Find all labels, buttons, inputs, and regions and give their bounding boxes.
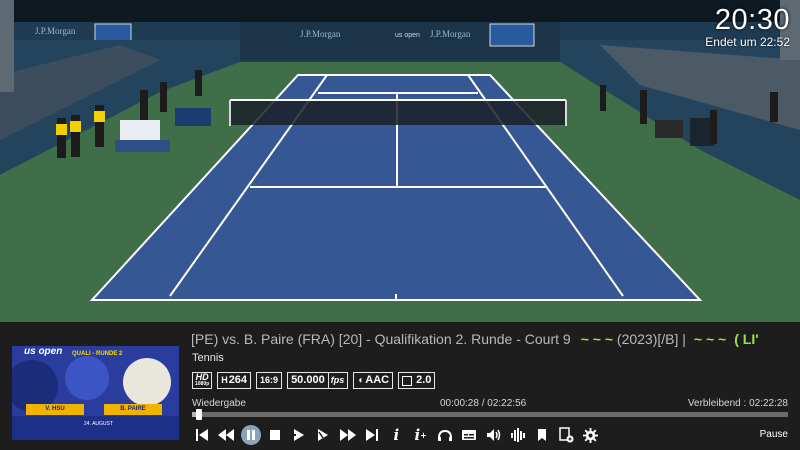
add-to-playlist-icon[interactable] xyxy=(556,425,576,445)
square-icon xyxy=(402,375,413,386)
audio-track-icon[interactable] xyxy=(435,425,455,445)
slow-forward-icon[interactable] xyxy=(313,425,333,445)
svg-text:us open: us open xyxy=(395,32,420,39)
fast-forward-icon[interactable] xyxy=(338,425,358,445)
rewind-icon[interactable] xyxy=(216,425,236,445)
bookmark-icon[interactable] xyxy=(532,425,552,445)
elapsed-time: 00:00:28 / 02:22:56 xyxy=(440,398,527,409)
playback-label: Wiedergabe xyxy=(192,398,246,409)
remaining-time: Verbleibend : 02:22:28 xyxy=(687,398,788,409)
program-title: [PE) vs. B. Paire (FRA) [20] - Qualifika… xyxy=(191,331,571,347)
info-plus-icon[interactable]: i + xyxy=(411,425,431,445)
tennis-court-scene: J.P.Morgan us open J.P.Morgan J.P.Morgan xyxy=(0,0,800,322)
title-tilde: ~ ~ ~ xyxy=(580,331,614,347)
aspect-ratio-badge: 16:9 xyxy=(256,372,283,389)
sponsor-banner-1: J.P.Morgan xyxy=(300,29,341,39)
progress-bar[interactable] xyxy=(192,409,788,420)
audio-channels-badge: 2.0 xyxy=(398,372,436,389)
video-frame: J.P.Morgan us open J.P.Morgan J.P.Morgan xyxy=(0,0,800,322)
end-time: Endet um 22:52 xyxy=(705,35,790,49)
skip-next-icon[interactable] xyxy=(362,425,382,445)
playback-state-label: Pause xyxy=(759,429,788,440)
audio-codec-badge: ◖ AAC xyxy=(353,372,394,389)
title-tilde-2: ~ ~ ~ xyxy=(693,331,727,347)
subtitles-icon[interactable] xyxy=(459,425,479,445)
skip-previous-icon[interactable] xyxy=(192,425,212,445)
title-tail: ( LI' xyxy=(734,331,759,347)
thumbnail-player-2: B. PAIRE xyxy=(104,404,162,415)
program-thumbnail: us open QUALI - RUNDE 2 V. HSU B. PAIRE … xyxy=(12,346,179,440)
progress-handle[interactable] xyxy=(196,409,202,420)
fps-badge: 50.000 fps xyxy=(287,372,349,389)
settings-icon[interactable] xyxy=(581,425,601,445)
us-open-logo: us open xyxy=(24,346,63,357)
title-mid: (2023)[/B] | xyxy=(616,331,686,347)
thumbnail-date: 24. AUGUST xyxy=(84,421,113,427)
playback-controls: i i + xyxy=(192,425,605,445)
pause-icon[interactable] xyxy=(240,425,261,445)
hd-badge: HD 1080p xyxy=(192,372,213,389)
sponsor-banner-3: J.P.Morgan xyxy=(35,26,76,36)
program-title-marquee: [PE) vs. B. Paire (FRA) [20] - Qualifika… xyxy=(191,330,791,348)
current-time: 20:30 xyxy=(714,4,790,36)
genre-label: Tennis xyxy=(192,352,224,364)
thumbnail-round-tag: QUALI - RUNDE 2 xyxy=(72,351,123,357)
thumbnail-player-1: V. HSU xyxy=(26,404,84,415)
codec-badge: H 264 xyxy=(217,372,252,389)
equalizer-icon[interactable] xyxy=(508,425,528,445)
stop-icon[interactable] xyxy=(265,425,285,445)
volume-icon[interactable] xyxy=(484,425,504,445)
info-icon[interactable]: i xyxy=(386,425,406,445)
media-info-badges: HD 1080p H 264 16:9 50.000 fps ◖ AAC 2.0 xyxy=(192,372,436,389)
step-forward-icon[interactable] xyxy=(289,425,309,445)
sponsor-banner-2: J.P.Morgan xyxy=(430,29,471,39)
audio-wave-icon: ◖ xyxy=(357,375,364,386)
player-info-bar: us open QUALI - RUNDE 2 V. HSU B. PAIRE … xyxy=(0,322,800,450)
